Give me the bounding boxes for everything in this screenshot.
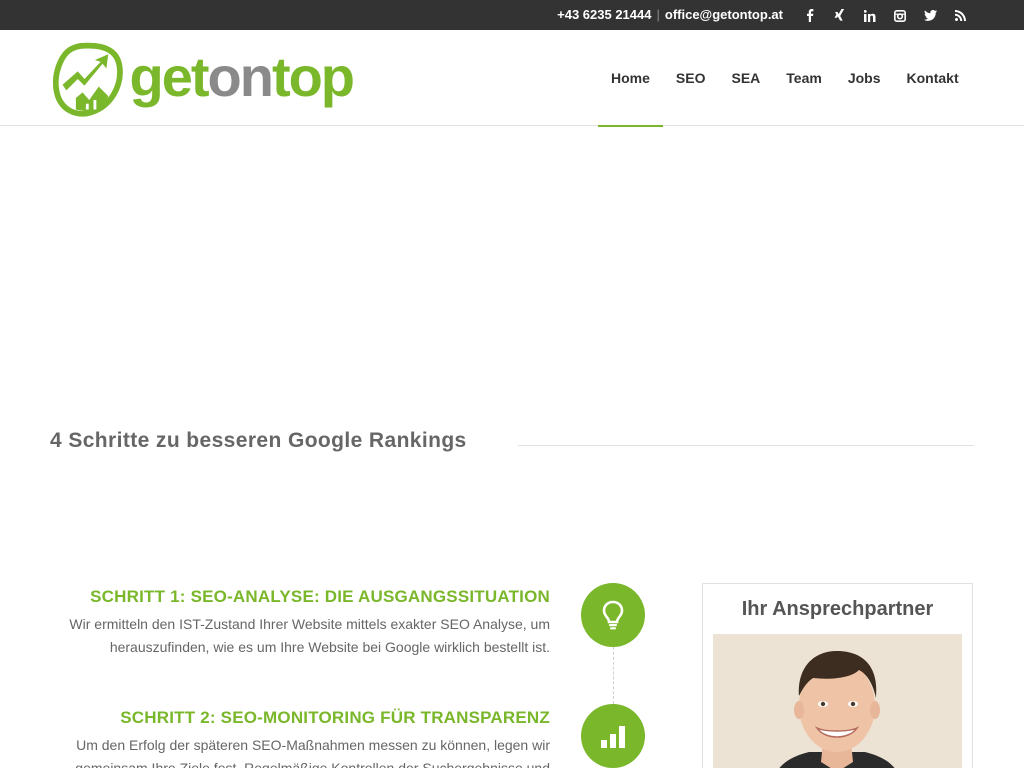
getontop-logo[interactable]: getontop [53, 39, 355, 119]
linkedin-icon[interactable] [855, 0, 885, 30]
social-links [795, 0, 975, 30]
facebook-icon[interactable] [795, 0, 825, 30]
twitter-icon[interactable] [915, 0, 945, 30]
contact-person-photo [713, 634, 962, 768]
bar-chart-icon [581, 704, 645, 768]
main-nav: Home SEO SEA Team Jobs Kontakt [598, 30, 972, 127]
email-link[interactable]: office@getontop.at [665, 7, 783, 22]
instagram-icon[interactable] [885, 0, 915, 30]
step-1: SCHRITT 1: SEO-ANALYSE: DIE AUSGANGSSITU… [50, 585, 550, 659]
lightbulb-icon [581, 583, 645, 647]
contact-person-widget: Ihr Ansprechpartner [702, 583, 973, 768]
logo-word-get: get [129, 44, 210, 108]
section-heading: 4 Schritte zu besseren Google Rankings [50, 429, 467, 452]
nav-item-jobs[interactable]: Jobs [835, 30, 894, 126]
contact-separator: | [656, 7, 660, 22]
step-connector [613, 647, 614, 704]
heading-divider [518, 445, 974, 446]
nav-item-sea[interactable]: SEA [718, 30, 773, 126]
rss-icon[interactable] [945, 0, 975, 30]
phone-number[interactable]: +43 6235 21444 [557, 7, 651, 22]
nav-item-home[interactable]: Home [598, 30, 663, 127]
step-2-title: SCHRITT 2: SEO-MONITORING FÜR TRANSPAREN… [120, 708, 550, 727]
xing-icon[interactable] [825, 0, 855, 30]
nav-item-seo[interactable]: SEO [663, 30, 719, 126]
contact-info: +43 6235 21444 | office@getontop.at [557, 0, 783, 30]
step-2-text: Um den Erfolg der späteren SEO-Maßnahmen… [75, 737, 550, 768]
step-1-title: SCHRITT 1: SEO-ANALYSE: DIE AUSGANGSSITU… [90, 587, 550, 606]
logo-word-top: top [271, 44, 355, 108]
top-bar: +43 6235 21444 | office@getontop.at [0, 0, 1024, 30]
nav-item-kontakt[interactable]: Kontakt [894, 30, 972, 126]
step-1-text: Wir ermitteln den IST-Zustand Ihrer Webs… [69, 616, 550, 655]
logo-wordmark: getontop [129, 44, 355, 109]
site-header: getontop Home SEO SEA Team Jobs Kontakt [0, 30, 1024, 127]
widget-title: Ihr Ansprechpartner [741, 598, 934, 620]
logo-word-on: on [207, 44, 274, 108]
nav-item-team[interactable]: Team [773, 30, 835, 126]
logo-mark-icon [53, 42, 123, 117]
step-2: SCHRITT 2: SEO-MONITORING FÜR TRANSPAREN… [50, 706, 550, 768]
